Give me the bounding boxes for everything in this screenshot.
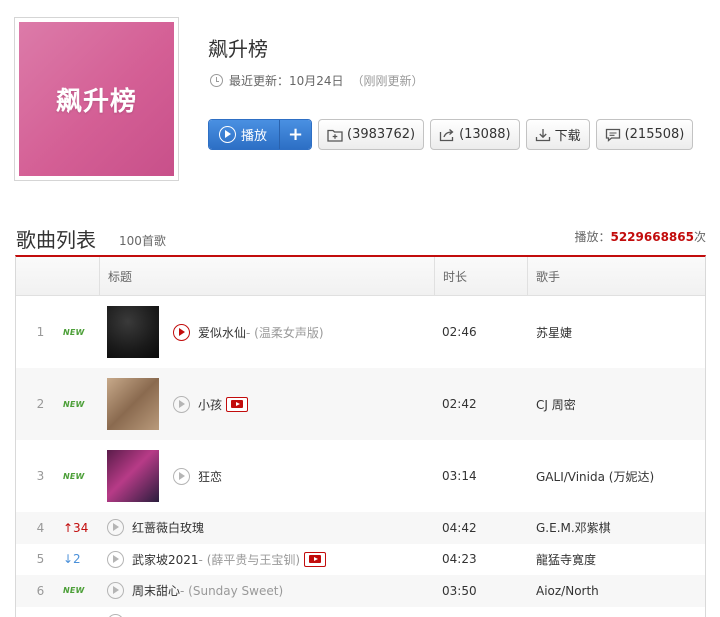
comment-count: (215508) [624,127,685,142]
song-artist[interactable]: GALI/Vinida (万妮达) [527,468,705,485]
play-icon[interactable] [173,323,190,341]
playlist-cover: 飙升榜 [19,22,174,176]
table-row[interactable]: 5 ↓2 武家坡2021 - (薛平贵与王宝钏) 04:23 龍猛寺寛度 [16,544,705,576]
playlist-cover-frame: 飙升榜 [14,17,179,181]
song-subtitle: - (温柔女声版) [246,325,324,340]
play-icon [219,126,236,143]
folder-add-icon [327,129,343,142]
album-thumbnail[interactable] [107,378,159,430]
songlist-count: 100首歌 [119,234,166,248]
song-title-cell: 周末甜心 - (Sunday Sweet) [99,582,434,600]
rank-change: NEW [59,400,99,409]
playlist-title: 飙升榜 [208,37,268,61]
song-subtitle: - (薛平贵与王宝钏) [198,552,301,567]
table-row[interactable]: 6 NEW 周末甜心 - (Sunday Sweet) 03:50 Aioz/N… [16,575,705,607]
new-badge: NEW [63,586,85,596]
column-index [16,257,99,295]
song-index: 6 [36,583,45,598]
update-info: 最近更新：10月24日 （刚刚更新） [210,72,424,89]
new-badge: NEW [63,399,85,409]
rank-change: NEW [59,472,99,481]
play-all-button[interactable]: 播放 [209,120,281,149]
play-button-group: 播放 + [208,119,313,150]
song-subtitle: - (Sunday Sweet) [180,583,284,598]
song-title[interactable]: 小孩 [198,396,222,413]
album-thumbnail[interactable] [107,450,159,502]
song-duration: 03:50 [442,583,477,598]
song-index: 2 [36,397,45,411]
comment-button[interactable]: (215508) [595,119,694,150]
add-to-queue-button[interactable]: + [280,120,312,149]
table-row[interactable]: 2 NEW 小孩 02:42 CJ 周密 [16,368,705,440]
play-total-label: 播放： [574,230,611,244]
update-note: （刚刚更新） [351,74,424,88]
song-title-cell: 红蔷薇白玫瑰 [99,519,434,537]
song-duration: 02:42 [442,397,477,411]
song-title[interactable]: 周末甜心 [132,582,180,599]
songlist-heading: 歌曲列表 [16,228,96,252]
update-label: 最近更新：10月24日 [229,74,344,88]
song-title-cell: 爱似水仙 - (温柔女声版) [99,306,434,358]
comment-icon [605,128,620,142]
song-artist[interactable]: 苏星婕 [527,324,705,341]
rank-down: ↓2 [63,552,81,567]
play-icon[interactable] [107,550,124,568]
mv-icon[interactable] [226,396,249,412]
song-index: 3 [36,469,45,483]
song-duration: 02:46 [442,325,477,339]
song-artist[interactable]: Aioz/North [527,584,705,598]
table-row[interactable]: 3 NEW 狂恋 03:14 GALI/Vinida (万妮达) [16,440,705,512]
play-icon[interactable] [107,582,124,600]
table-row[interactable]: 1 NEW 爱似水仙 - (温柔女声版) 02:46 苏星婕 [16,296,705,368]
album-thumbnail[interactable] [107,306,159,358]
song-duration: 03:14 [442,469,477,483]
table-header: 标题 时长 歌手 [16,257,705,296]
play-label: 播放 [241,129,268,144]
new-badge: NEW [63,327,85,337]
share-icon [439,128,454,141]
play-icon[interactable] [173,395,190,413]
song-duration: 04:23 [442,552,477,567]
song-index: 1 [36,325,45,339]
song-title[interactable]: 狂恋 [198,468,222,485]
rank-up: ↑34 [63,520,89,535]
play-icon[interactable] [173,467,190,485]
mv-icon[interactable] [304,551,327,567]
song-title-cell: 武家坡2021 - (薛平贵与王宝钏) [99,550,434,568]
collect-button[interactable]: (3983762) [318,119,425,150]
download-icon [535,128,550,141]
table-row[interactable]: 4 ↑34 红蔷薇白玫瑰 04:42 G.E.M.邓紫棋 [16,512,705,544]
song-title[interactable]: 红蔷薇白玫瑰 [132,519,204,536]
table-row[interactable] [16,607,705,617]
column-duration: 时长 [434,257,527,295]
song-title[interactable]: 爱似水仙 [198,324,246,341]
download-button[interactable]: 下载 [525,119,590,150]
share-count: (13088) [459,127,511,142]
song-index: 4 [36,520,45,535]
song-index: 5 [36,552,45,567]
song-title-cell: 狂恋 [99,450,434,502]
song-title-cell: 小孩 [99,378,434,430]
song-duration: 04:42 [442,520,477,535]
song-artist[interactable]: CJ 周密 [527,396,705,413]
rank-change: NEW [59,586,99,595]
song-artist[interactable]: 龍猛寺寛度 [527,551,705,568]
action-bar: 播放 + (3983762) (13088) 下载 (215508) [208,119,699,150]
column-artist: 歌手 [527,257,705,295]
song-title[interactable]: 武家坡2021 [132,551,199,568]
share-button[interactable]: (13088) [430,119,520,150]
play-total-count: 5229668865 [610,230,694,244]
song-artist[interactable]: G.E.M.邓紫棋 [527,519,705,536]
song-table: 标题 时长 歌手 1 NEW 爱似水仙 - (温柔女声版) 02:46 苏星婕 … [15,255,706,617]
rank-change: NEW [59,328,99,337]
collect-count: (3983762) [347,127,416,142]
clock-icon [210,74,223,87]
download-label: 下载 [554,129,581,144]
play-total: 播放：5229668865次 [574,228,706,245]
column-title: 标题 [99,257,434,295]
new-badge: NEW [63,471,85,481]
play-total-suffix: 次 [693,230,706,244]
play-icon[interactable] [107,519,124,537]
cover-text: 飙升榜 [55,86,137,117]
